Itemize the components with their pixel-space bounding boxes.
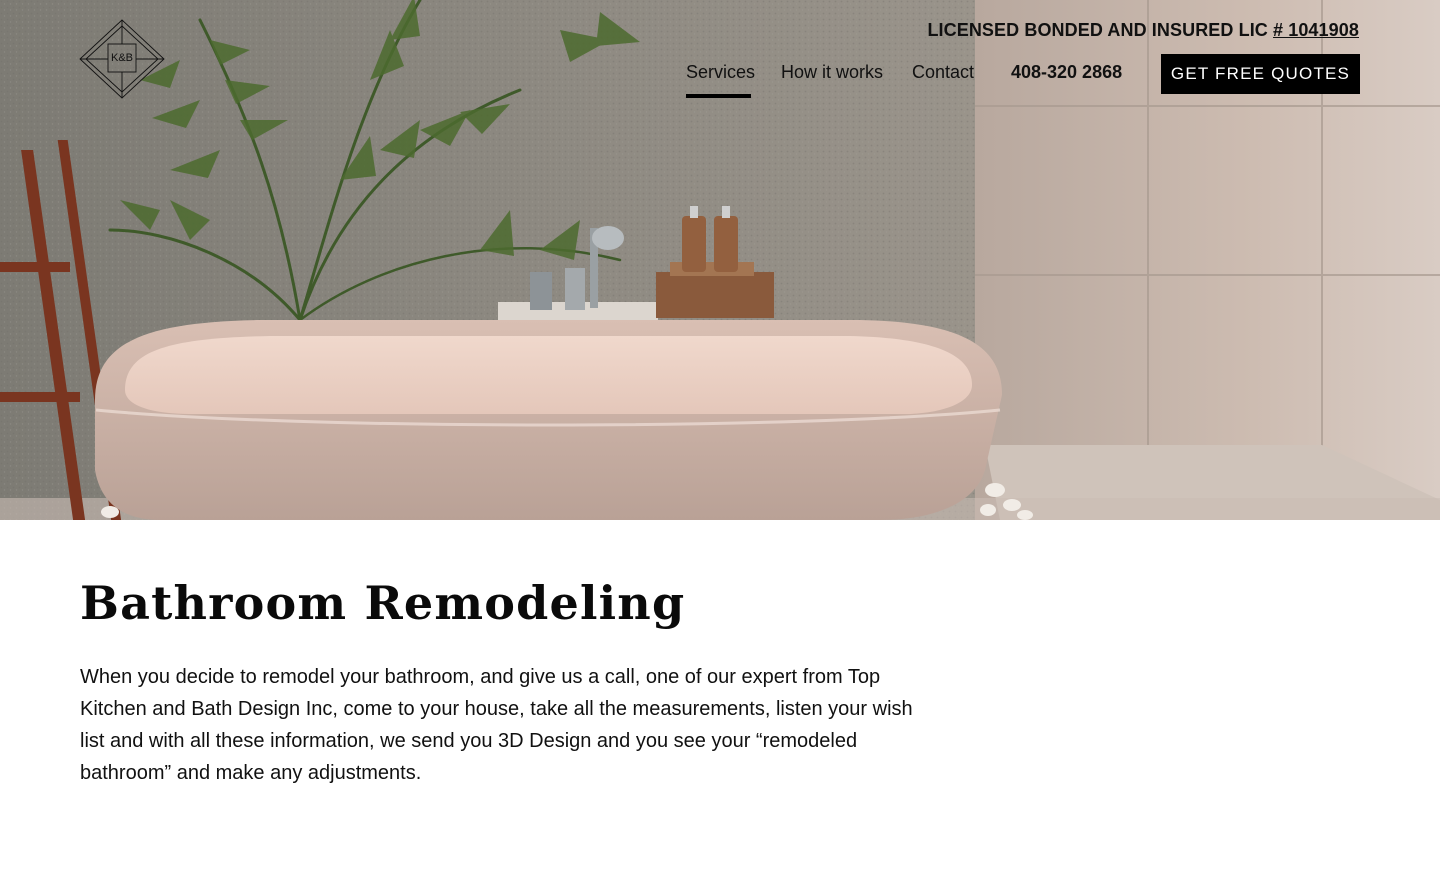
get-free-quotes-button[interactable]: GET FREE QUOTES: [1161, 54, 1360, 94]
license-text: LICENSED BONDED AND INSURED LIC: [927, 20, 1273, 40]
license-info: LICENSED BONDED AND INSURED LIC # 104190…: [927, 20, 1359, 41]
nav-item-contact[interactable]: Contact: [912, 62, 974, 83]
license-number-link[interactable]: # 1041908: [1273, 20, 1359, 40]
nav-item-services[interactable]: Services: [686, 62, 755, 83]
company-logo[interactable]: K&B: [78, 18, 166, 100]
phone-link[interactable]: 408-320 2868: [1011, 62, 1122, 83]
nav-item-how-it-works[interactable]: How it works: [781, 62, 883, 83]
page-description: When you decide to remodel your bathroom…: [80, 666, 913, 784]
active-nav-indicator: [686, 94, 751, 98]
logo-text: K&B: [110, 52, 133, 64]
page-title: Bathroom Remodeling: [80, 576, 686, 630]
